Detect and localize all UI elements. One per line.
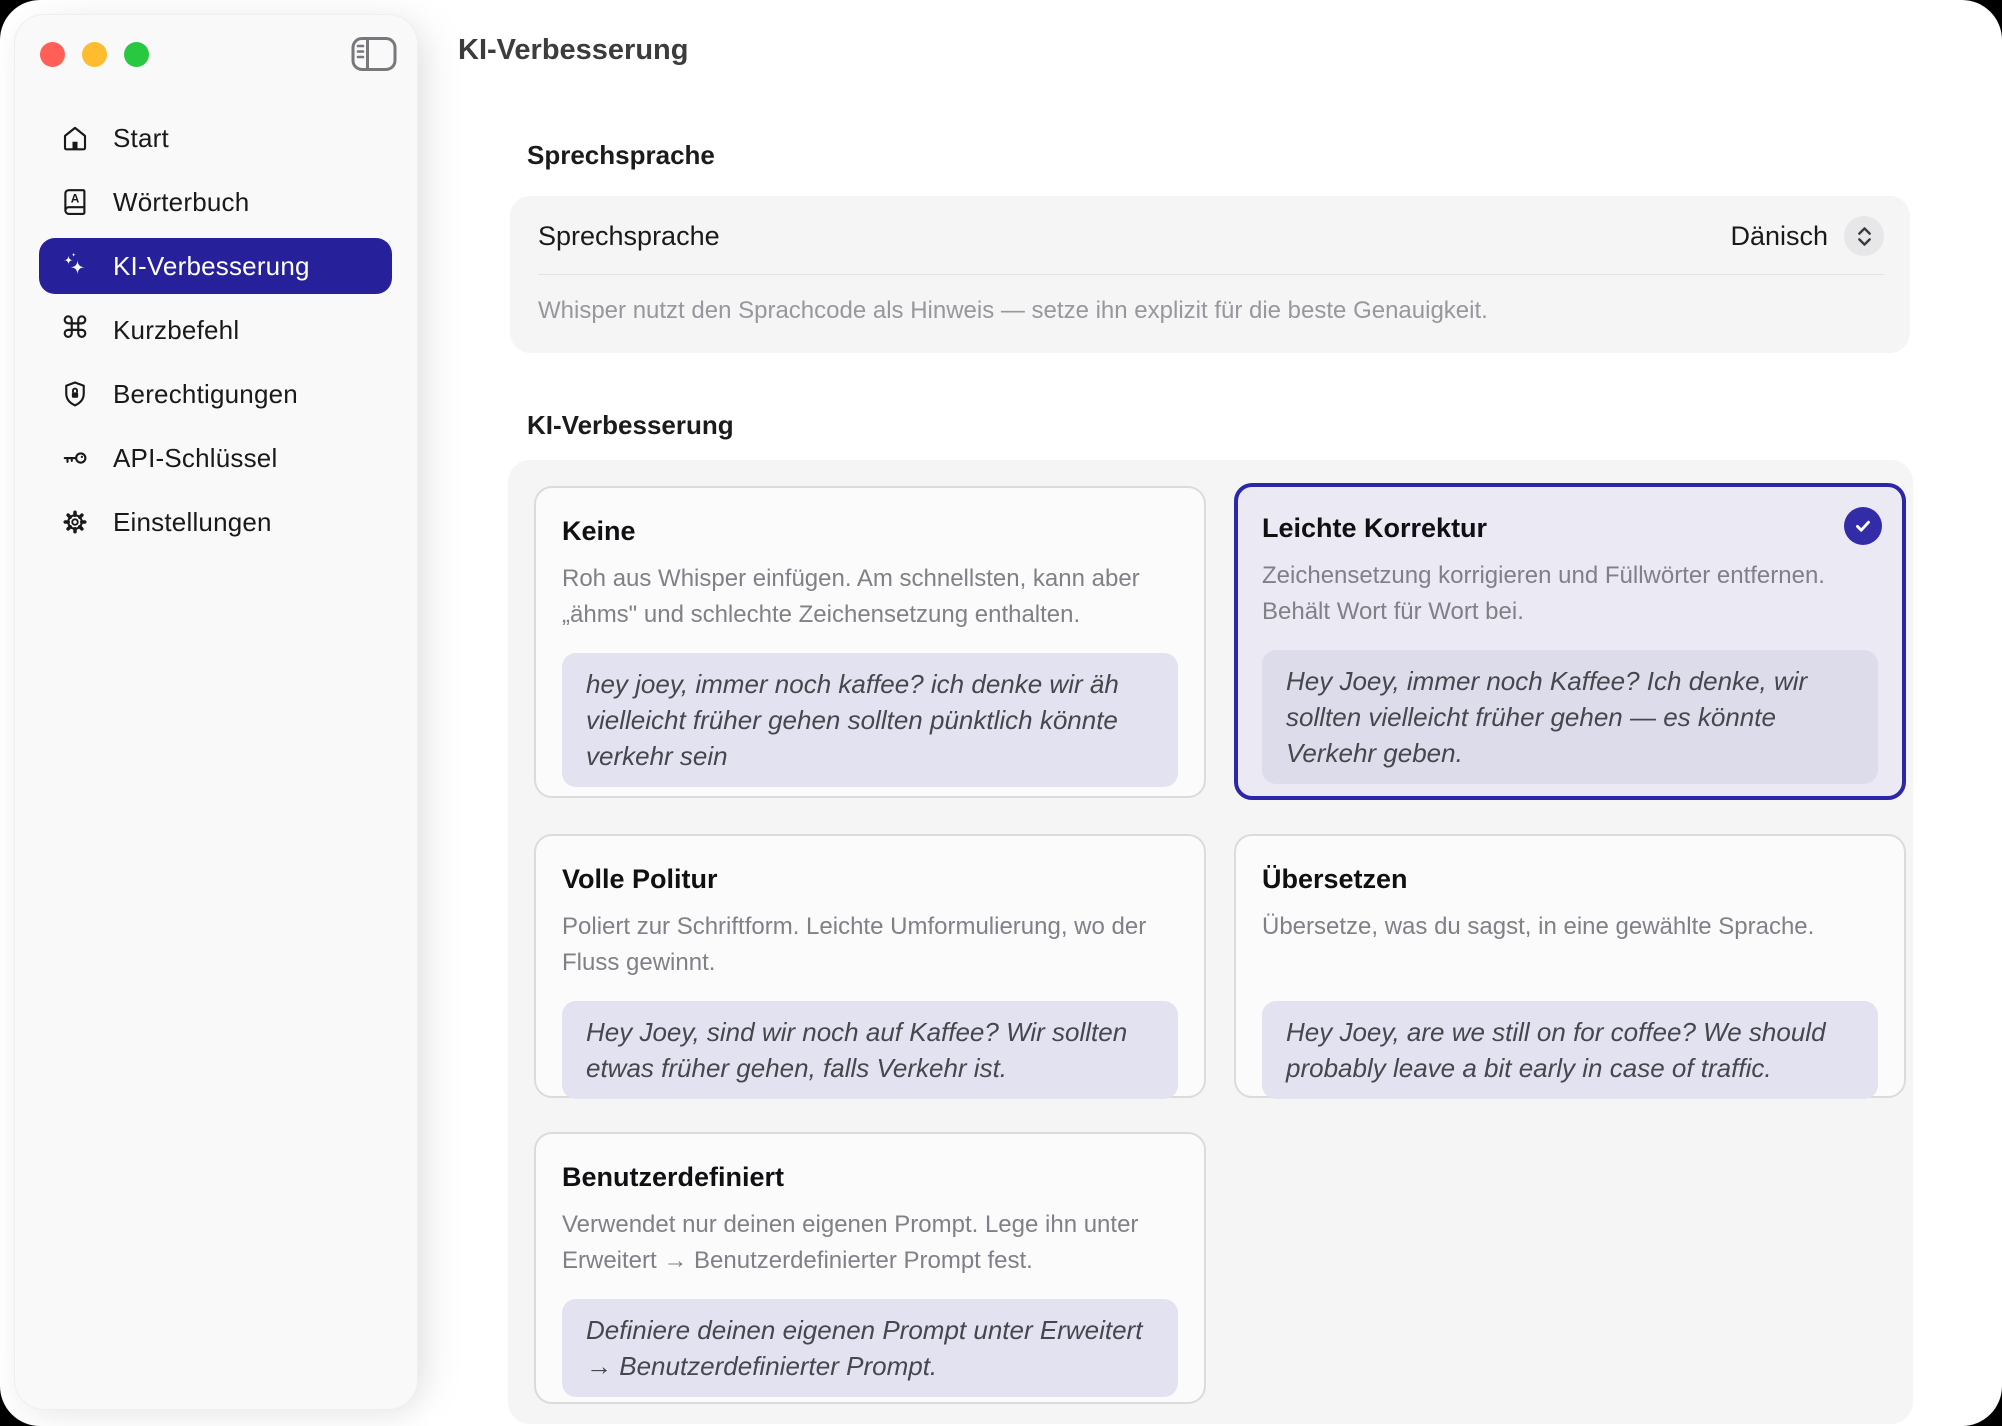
sidebar-nav: Start A Wörterbuch: [39, 110, 392, 558]
sidebar-item-api-schluessel[interactable]: API-Schlüssel: [39, 430, 392, 486]
speech-language-value: Dänisch: [1730, 221, 1828, 252]
shield-lock-icon: [59, 378, 91, 410]
option-example-text: Hey Joey, sind wir noch auf Kaffee? Wir …: [562, 1001, 1178, 1099]
sidebar: Start A Wörterbuch: [14, 14, 418, 1410]
sidebar-item-einstellungen[interactable]: Einstellungen: [39, 494, 392, 550]
option-description: Roh aus Whisper einfügen. Am schnellsten…: [562, 561, 1178, 633]
option-title: Volle Politur: [562, 864, 1178, 895]
enhancement-options-panel: Keine Roh aus Whisper einfügen. Am schne…: [508, 460, 1913, 1424]
option-card-leichte-korrektur[interactable]: Leichte Korrektur Zeichensetzung korrigi…: [1234, 483, 1906, 800]
sidebar-item-woerterbuch[interactable]: A Wörterbuch: [39, 174, 392, 230]
speech-language-select[interactable]: Dänisch: [1730, 216, 1884, 256]
sidebar-item-label: KI-Verbesserung: [113, 251, 310, 282]
minimize-window-button[interactable]: [82, 42, 107, 67]
window-controls: [40, 42, 149, 67]
sidebar-item-label: Wörterbuch: [113, 187, 249, 218]
svg-text:A: A: [71, 192, 80, 206]
sidebar-item-kurzbefehl[interactable]: ⌘ Kurzbefehl: [39, 302, 392, 358]
option-card-benutzerdefiniert[interactable]: Benutzerdefiniert Verwendet nur deinen e…: [534, 1132, 1206, 1404]
home-icon: [59, 122, 91, 154]
option-example-text: Hey Joey, are we still on for coffee? We…: [1262, 1001, 1878, 1099]
option-card-volle-politur[interactable]: Volle Politur Poliert zur Schriftform. L…: [534, 834, 1206, 1098]
option-description: Zeichensetzung korrigieren und Füllwörte…: [1262, 558, 1878, 630]
option-title: Benutzerdefiniert: [562, 1162, 1178, 1193]
speech-language-row-label: Sprechsprache: [538, 221, 720, 252]
toggle-sidebar-button[interactable]: [351, 37, 397, 75]
sidebar-item-label: Start: [113, 123, 169, 154]
sidebar-item-berechtigungen[interactable]: Berechtigungen: [39, 366, 392, 422]
option-title: Leichte Korrektur: [1262, 513, 1878, 544]
selected-check-icon: [1844, 507, 1882, 545]
zoom-window-button[interactable]: [124, 42, 149, 67]
key-icon: [59, 442, 91, 474]
gear-icon: [59, 506, 91, 538]
option-description: Übersetze, was du sagst, in eine gewählt…: [1262, 909, 1878, 981]
option-description: Poliert zur Schriftform. Leichte Umformu…: [562, 909, 1178, 981]
sidebar-item-start[interactable]: Start: [39, 110, 392, 166]
enhancement-section-label: KI-Verbesserung: [527, 410, 734, 441]
page-title: KI-Verbesserung: [458, 34, 688, 67]
sidebar-toggle-icon: [351, 36, 397, 77]
sidebar-item-label: Kurzbefehl: [113, 315, 239, 346]
sidebar-item-label: API-Schlüssel: [113, 443, 277, 474]
option-card-keine[interactable]: Keine Roh aus Whisper einfügen. Am schne…: [534, 486, 1206, 798]
chevron-up-down-icon: [1844, 216, 1884, 256]
option-title: Keine: [562, 516, 1178, 547]
option-description: Verwendet nur deinen eigenen Prompt. Leg…: [562, 1207, 1178, 1279]
option-example-text: hey joey, immer noch kaffee? ich denke w…: [562, 653, 1178, 787]
sparkles-icon: [59, 250, 91, 282]
sidebar-item-label: Berechtigungen: [113, 379, 298, 410]
speech-language-helper-text: Whisper nutzt den Sprachcode als Hinweis…: [510, 275, 1910, 353]
speech-language-section-label: Sprechsprache: [527, 140, 715, 171]
app-window: Start A Wörterbuch: [0, 0, 2002, 1426]
close-window-button[interactable]: [40, 42, 65, 67]
sidebar-item-ki-verbesserung[interactable]: KI-Verbesserung: [39, 238, 392, 294]
option-card-uebersetzen[interactable]: Übersetzen Übersetze, was du sagst, in e…: [1234, 834, 1906, 1098]
option-example-text: Hey Joey, immer noch Kaffee? Ich denke, …: [1262, 650, 1878, 784]
speech-language-row: Sprechsprache Dänisch: [510, 196, 1910, 274]
option-title: Übersetzen: [1262, 864, 1878, 895]
book-icon: A: [59, 186, 91, 218]
option-example-text: Definiere deinen eigenen Prompt unter Er…: [562, 1299, 1178, 1397]
command-icon: ⌘: [59, 314, 91, 346]
speech-language-card: Sprechsprache Dänisch Whisper nutzt den …: [510, 196, 1910, 353]
sidebar-item-label: Einstellungen: [113, 507, 272, 538]
